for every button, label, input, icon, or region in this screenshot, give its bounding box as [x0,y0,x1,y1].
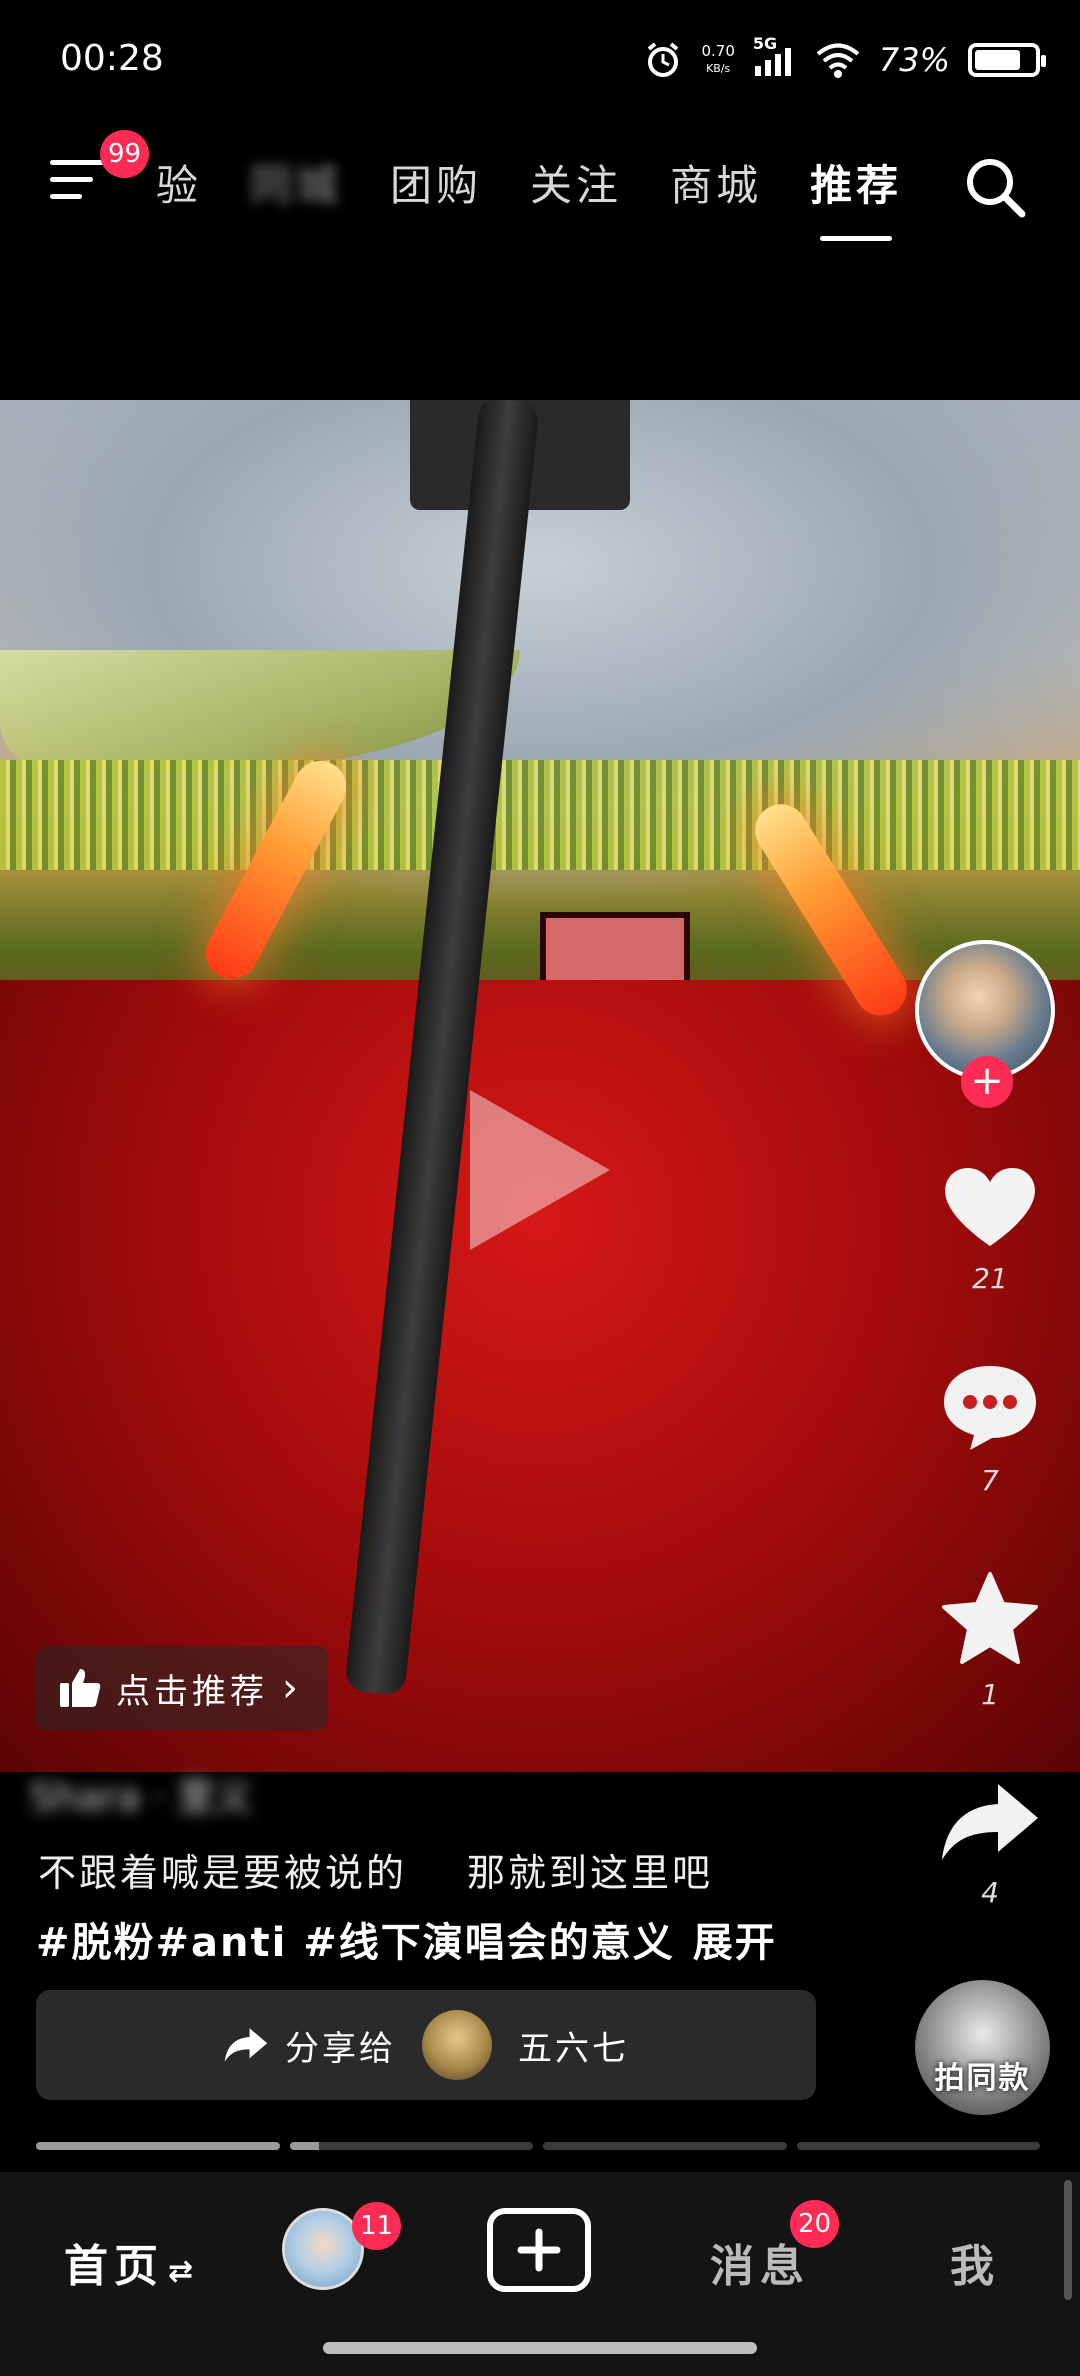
favorite-action[interactable]: 1 [915,1570,1065,1711]
progress-segment [36,2142,280,2150]
network-speed-unit: KB/s [706,62,731,75]
nav-home[interactable]: 首页 ⇄ [64,2230,199,2294]
stadium-crowd [0,760,1080,870]
same-style-label: 拍同款 [934,2061,1031,2096]
friend-name: 五六七 [518,2028,629,2069]
hashtags[interactable]: #脱粉#anti #线下演唱会的意义 [36,1920,675,1966]
play-icon[interactable] [460,1080,620,1260]
status-icons: 0.70 KB/s 5G 73% [643,30,1046,90]
like-action[interactable]: 21 [915,1160,1065,1295]
progress-segment [796,2142,1040,2150]
progress-fill [289,2142,319,2150]
story-progress [36,2142,1040,2152]
like-count: 21 [972,1262,1008,1295]
nav-me[interactable]: 我 [950,2230,1000,2294]
network-speed-value: 0.70 [701,42,735,60]
alarm-icon [648,42,679,77]
battery-icon [968,43,1046,77]
comment-count: 7 [981,1464,999,1497]
comment-icon [944,1366,1036,1450]
caption-part2: 那就到这里吧 [467,1851,714,1895]
recommend-label: 点击推荐 [116,1671,268,1712]
network-type: 5G [752,34,778,53]
recommend-button[interactable]: 点击推荐 › [36,1646,328,1730]
home-indicator[interactable] [323,2342,757,2354]
battery-percent: 73% [878,41,950,79]
menu-icon [50,160,104,165]
same-style-button[interactable]: 拍同款 [915,1980,1050,2115]
menu-button[interactable] [50,160,104,208]
caption-tags: #脱粉#anti #线下演唱会的意义 展开 [36,1910,777,1968]
plus-icon [517,2228,561,2272]
menu-badge: 99 [100,130,150,178]
share-action[interactable]: 4 [915,1780,1065,1909]
scrollbar [1064,2180,1072,2300]
status-bar: 00:28 0.70 KB/s 5G 73% [0,0,1080,120]
share-arrow-icon [942,1784,1038,1860]
expand-link[interactable]: 展开 [693,1920,777,1966]
network-speed: 0.70 KB/s [701,42,734,78]
progress-segment [543,2142,787,2150]
share-to-friend-bar[interactable]: 分享给 五六七 [36,1990,816,2100]
messages-badge: 20 [790,2200,840,2248]
tab-2[interactable]: 团购 [390,152,482,227]
share-to-label: 分享给 [285,2028,396,2069]
status-time: 00:28 [60,38,164,79]
caption-part1: 不跟着喊是要被说的 [38,1851,408,1895]
thumbs-up-icon [60,1669,101,1707]
swap-icon: ⇄ [168,2254,200,2289]
nav-home-label: 首页 [64,2241,164,2292]
wifi-icon [816,43,860,78]
comment-action[interactable]: 7 [915,1360,1065,1497]
chevron-right-icon: › [282,1665,302,1711]
friend-avatar [422,2010,492,2080]
tab-1[interactable]: 同城 [250,152,342,227]
follow-plus-icon[interactable]: + [961,1056,1013,1108]
signal-indicator: 5G [753,34,797,78]
create-button[interactable] [487,2208,591,2292]
progress-segment [289,2142,533,2150]
author-avatar-wrap: + [915,940,1055,1108]
favorite-count: 1 [981,1678,999,1711]
author-name[interactable]: Shara · 里义 [30,1766,253,1821]
heart-icon [945,1167,1035,1246]
progress-fill [36,2142,280,2150]
video-caption: 不跟着喊是要被说的 那就到这里吧 [38,1842,713,1897]
star-icon [942,1572,1038,1664]
share-arrow-icon [224,2028,268,2062]
tab-4[interactable]: 商城 [670,152,762,227]
friends-badge: 11 [352,2202,402,2250]
tab-3[interactable]: 关注 [530,152,622,227]
top-nav: 99 体验 同城 团购 关注 商城 推荐 [0,130,1080,241]
tab-5[interactable]: 推荐 [810,152,902,241]
search-icon[interactable] [960,152,1030,222]
share-count: 4 [981,1876,999,1909]
top-tabs: 体验 同城 团购 关注 商城 推荐 [156,152,902,241]
